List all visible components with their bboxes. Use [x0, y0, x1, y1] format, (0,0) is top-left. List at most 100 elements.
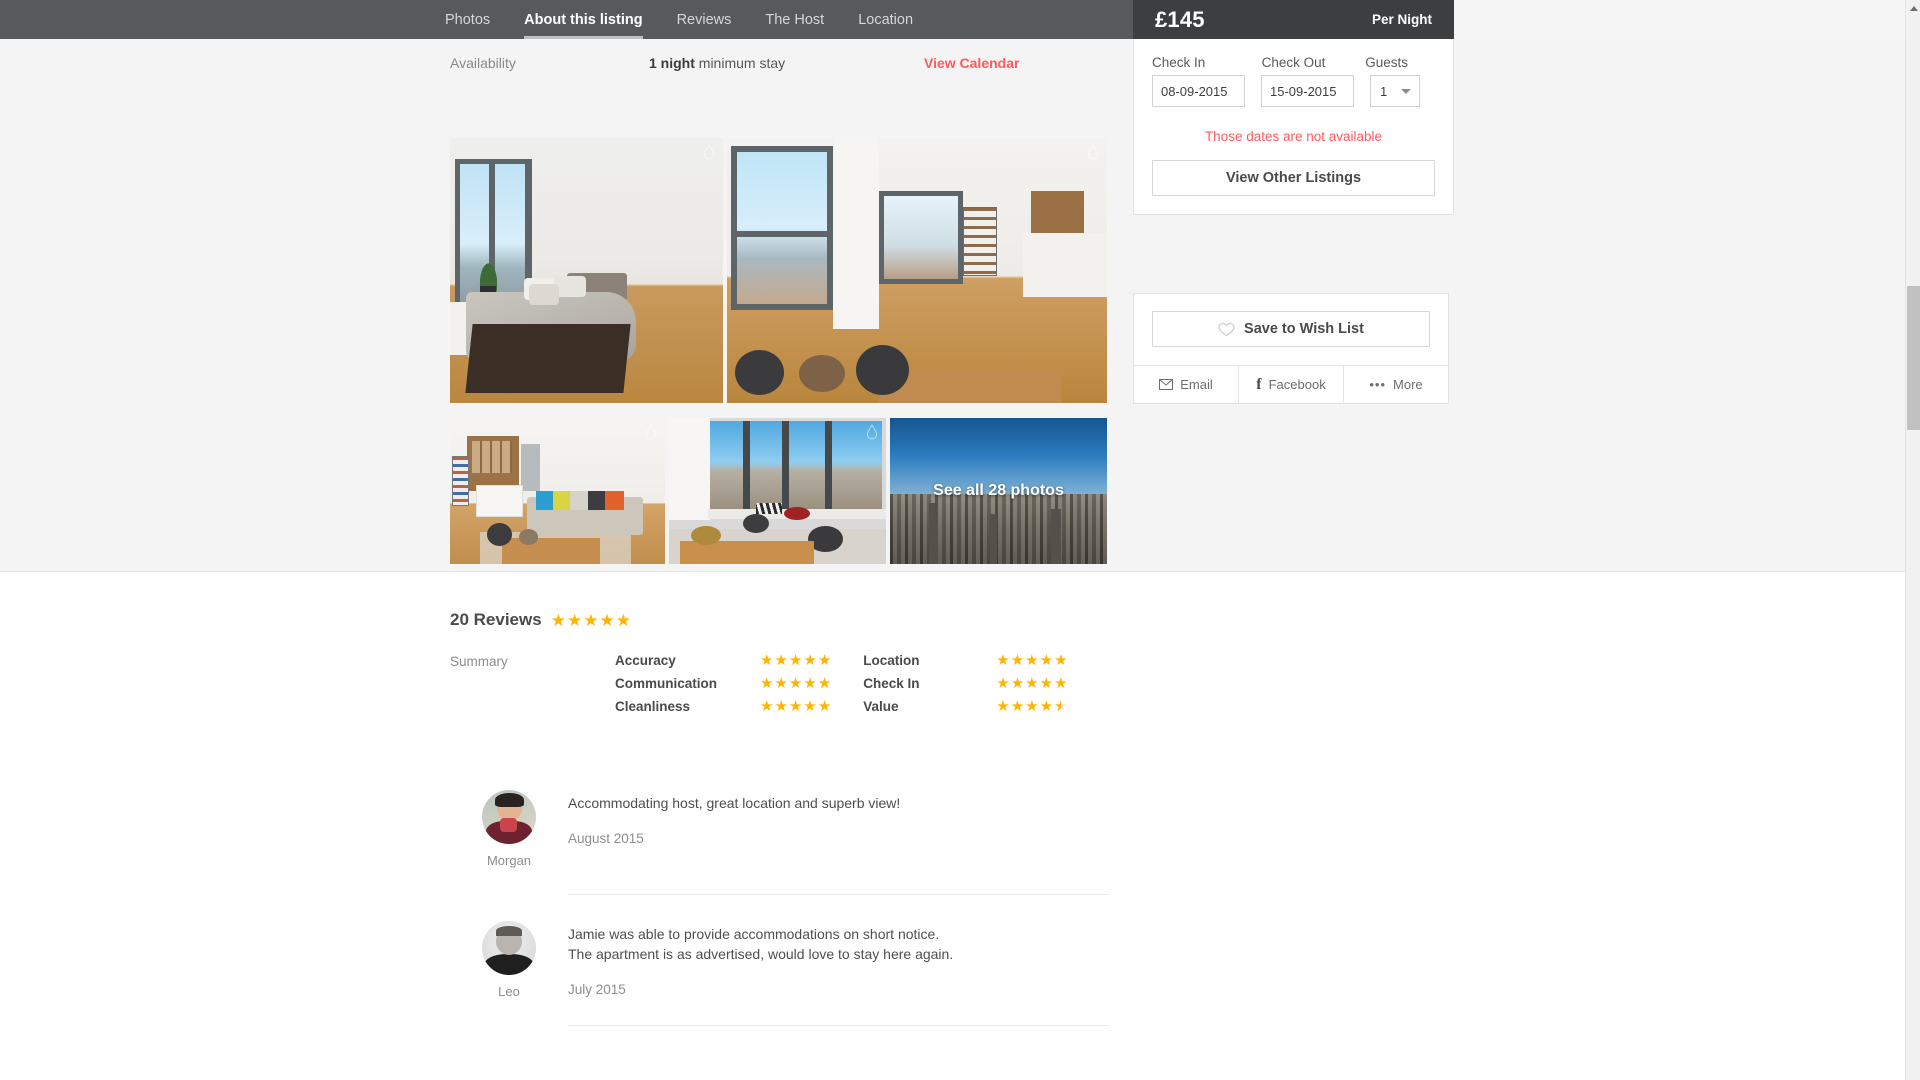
- star-icon: ★: [1025, 675, 1039, 692]
- star-icon: ★: [817, 675, 832, 692]
- airbnb-watermark-icon: [866, 424, 878, 440]
- rating-row-cleanliness: Cleanliness ★ ★ ★ ★ ★: [615, 698, 831, 715]
- gallery-photo-dining-windows[interactable]: [669, 418, 886, 564]
- star-icon: ★: [1039, 675, 1054, 692]
- rating-column-right: Location ★ ★ ★ ★ ★ Check In ★ ★ ★ ★ ★ Value: [863, 652, 1067, 715]
- check-in-label: Check In: [1152, 55, 1206, 70]
- ratings-summary: Summary Accuracy ★ ★ ★ ★ ★ Communication ★ ★ ★…: [450, 652, 1068, 715]
- price-unit-label: Per Night: [1371, 12, 1432, 27]
- rating-stars-check-in: ★ ★ ★ ★ ★: [996, 676, 1067, 691]
- rating-label-communication: Communication: [615, 676, 718, 691]
- guests-select[interactable]: 1: [1370, 75, 1420, 107]
- share-facebook-label: Facebook: [1268, 377, 1326, 392]
- star-icon: ★: [583, 610, 599, 630]
- star-icon: ★: [788, 675, 803, 692]
- price-bar: £145 Per Night: [1133, 0, 1454, 39]
- star-icon: ★: [774, 675, 788, 692]
- star-icon: ★: [1054, 675, 1068, 692]
- nav-tab-reviews[interactable]: Reviews: [677, 0, 732, 39]
- review-list: Morgan Accommodating host, great locatio…: [450, 790, 1110, 1026]
- check-out-input[interactable]: [1261, 75, 1354, 107]
- scrollbar-thumb[interactable]: [1907, 286, 1920, 430]
- nav-tab-location[interactable]: Location: [858, 0, 913, 39]
- rating-row-location: Location ★ ★ ★ ★ ★: [863, 652, 1067, 669]
- reviewer-name[interactable]: Leo: [498, 984, 520, 999]
- save-to-wish-list-button[interactable]: Save to Wish List: [1152, 311, 1430, 347]
- photo-gallery: See all 28 photos: [450, 138, 1107, 565]
- booking-field-labels: Check In Check Out Guests: [1152, 55, 1435, 70]
- reviewer-block: Leo: [450, 921, 568, 999]
- star-icon: ★: [760, 698, 774, 715]
- star-half-icon: ★: [1054, 699, 1067, 714]
- section-about-listing: Availability 1 night minimum stay View C…: [0, 39, 1905, 572]
- reviewer-name[interactable]: Morgan: [487, 853, 531, 868]
- nav-tab-about-this-listing[interactable]: About this listing: [524, 0, 643, 39]
- airbnb-watermark-icon: [1087, 144, 1099, 160]
- rating-row-communication: Communication ★ ★ ★ ★ ★: [615, 675, 831, 692]
- summary-label: Summary: [450, 654, 508, 669]
- star-icon: ★: [788, 652, 803, 669]
- avatar[interactable]: [482, 790, 536, 844]
- star-icon: ★: [566, 610, 583, 630]
- view-other-listings-button[interactable]: View Other Listings: [1152, 160, 1435, 196]
- rating-label-check-in: Check In: [863, 676, 920, 691]
- star-icon: ★: [817, 652, 832, 669]
- rating-stars-communication: ★ ★ ★ ★ ★: [760, 676, 831, 691]
- booking-panel: Check In Check Out Guests 1 Those dates …: [1133, 39, 1454, 215]
- star-icon: ★: [1025, 698, 1039, 715]
- star-icon: ★: [803, 675, 817, 692]
- minimum-stay-value: 1 night: [649, 55, 695, 71]
- rating-stars-cleanliness: ★ ★ ★ ★ ★: [760, 699, 831, 714]
- gallery-photo-living-bookshelf[interactable]: [727, 138, 1107, 403]
- nav-tab-the-host[interactable]: The Host: [765, 0, 824, 39]
- gallery-photo-bedroom[interactable]: [450, 138, 723, 403]
- gallery-photo-living-room[interactable]: [450, 418, 665, 564]
- share-more-label: More: [1393, 377, 1423, 392]
- share-email-button[interactable]: Email: [1134, 366, 1238, 403]
- dates-unavailable-message: Those dates are not available: [1204, 129, 1383, 144]
- star-icon: ★: [615, 610, 631, 630]
- rating-label-value: Value: [863, 699, 899, 714]
- star-icon: ★: [817, 698, 832, 715]
- share-row: Email f Facebook ••• More: [1134, 365, 1448, 403]
- airbnb-watermark-icon: [645, 424, 657, 440]
- star-icon: ★: [803, 698, 817, 715]
- divider: [568, 1025, 1110, 1026]
- review-body: Jamie was able to provide accommodations…: [568, 921, 1110, 999]
- rating-stars-location: ★ ★ ★ ★ ★: [996, 653, 1067, 668]
- booking-fields: 1: [1152, 75, 1435, 107]
- chevron-down-icon: [1401, 89, 1411, 94]
- rating-label-accuracy: Accuracy: [615, 653, 676, 668]
- rating-row-accuracy: Accuracy ★ ★ ★ ★ ★: [615, 652, 831, 669]
- rating-label-location: Location: [863, 653, 920, 668]
- rating-label-cleanliness: Cleanliness: [615, 699, 691, 714]
- heart-icon: [1218, 322, 1235, 336]
- star-icon: ★: [1054, 652, 1068, 669]
- check-in-input[interactable]: [1152, 75, 1245, 107]
- overall-rating-stars: ★ ★ ★ ★ ★: [551, 612, 631, 629]
- share-email-label: Email: [1180, 377, 1213, 392]
- wishlist-inner: Save to Wish List: [1134, 294, 1448, 365]
- scrollbar-up-arrow[interactable]: [1906, 0, 1920, 16]
- gallery-see-all-photos[interactable]: See all 28 photos: [890, 418, 1107, 564]
- price-amount: £145: [1155, 6, 1205, 32]
- minimum-stay-suffix: minimum stay: [694, 55, 786, 71]
- star-icon: ★: [1010, 675, 1025, 692]
- star-icon: ★: [1039, 698, 1054, 715]
- star-icon: ★: [760, 652, 774, 669]
- rating-stars-value: ★ ★ ★ ★ ★: [996, 699, 1067, 714]
- share-more-button[interactable]: ••• More: [1343, 366, 1448, 403]
- star-icon: ★: [550, 610, 566, 630]
- review-text: Accommodating host, great location and s…: [568, 795, 901, 811]
- review-item: Leo Jamie was able to provide accommodat…: [450, 895, 1110, 1025]
- star-icon: ★: [996, 652, 1010, 669]
- nav-tab-photos[interactable]: Photos: [445, 0, 490, 39]
- section-reviews: 20 Reviews ★ ★ ★ ★ ★ Summary Accuracy ★ ★…: [0, 572, 1905, 1080]
- rating-row-value: Value ★ ★ ★ ★ ★: [863, 698, 1067, 715]
- star-icon: ★: [1010, 652, 1025, 669]
- avatar[interactable]: [482, 921, 536, 975]
- view-calendar-link[interactable]: View Calendar: [924, 55, 1019, 71]
- see-all-photos-label[interactable]: See all 28 photos: [890, 418, 1107, 564]
- share-facebook-button[interactable]: f Facebook: [1238, 366, 1343, 403]
- page-scrollbar[interactable]: [1905, 0, 1920, 1080]
